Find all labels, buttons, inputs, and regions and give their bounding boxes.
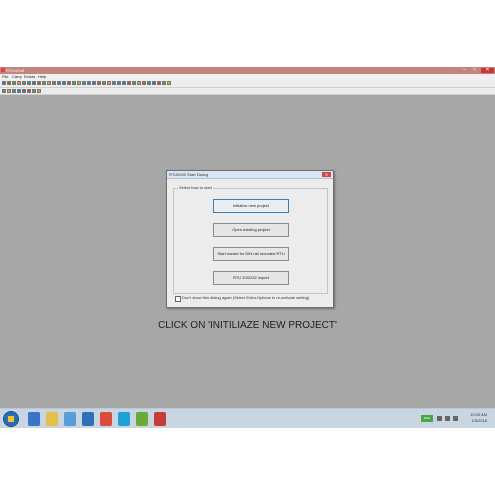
close-button[interactable]: ✕ <box>481 68 494 73</box>
toolbar-icon[interactable] <box>17 89 21 93</box>
toolbar-icon[interactable] <box>102 81 106 85</box>
toolbar-icon[interactable] <box>47 81 51 85</box>
folder-icon[interactable] <box>46 412 58 426</box>
group-label: Select how to start <box>178 185 213 191</box>
secondary-toolbar <box>0 88 495 95</box>
toolbar-icon[interactable] <box>142 81 146 85</box>
language-badge[interactable]: ENG <box>421 415 433 422</box>
rtu-taskbar-icon[interactable] <box>154 412 166 426</box>
open-existing-project-button[interactable]: Open existing project <box>213 223 289 237</box>
app-title: RTUNSoft <box>6 68 25 73</box>
start-button[interactable] <box>3 411 19 427</box>
toolbar-icon[interactable] <box>7 89 11 93</box>
toolbar-icon[interactable] <box>97 81 101 85</box>
toolbar-icon[interactable] <box>112 81 116 85</box>
clock-date[interactable]: 1/5/2016 <box>471 418 487 424</box>
toolbar-icon[interactable] <box>12 81 16 85</box>
toolbar-icon[interactable] <box>87 81 91 85</box>
app-icon <box>1 68 5 72</box>
screen: RTUNSoft – □ ✕ File Carry Extras Help RT… <box>0 67 495 428</box>
toolbar-icon[interactable] <box>62 81 66 85</box>
toolbar-icon[interactable] <box>77 81 81 85</box>
toolbar-icon[interactable] <box>117 81 121 85</box>
toolbar-icon[interactable] <box>37 89 41 93</box>
toolbar-icon[interactable] <box>67 81 71 85</box>
start-options-group: Select how to start Initialize new proje… <box>173 185 328 294</box>
toolbar-icon[interactable] <box>7 81 11 85</box>
chrome-icon[interactable] <box>100 412 112 426</box>
dont-show-again-label: Don't show this dialog again (Select Ext… <box>182 295 310 300</box>
toolbar-icon[interactable] <box>32 81 36 85</box>
toolbar-icon[interactable] <box>32 89 36 93</box>
media-icon[interactable] <box>64 412 76 426</box>
dialog-close-button[interactable]: ✕ <box>322 172 331 177</box>
toolbar-icon[interactable] <box>22 89 26 93</box>
system-tray: ENG 10:05 AM 1/5/2016 <box>421 411 491 427</box>
toolbar-icon[interactable] <box>122 81 126 85</box>
dialog-titlebar[interactable]: RTU5000 Start Dialog ✕ <box>167 171 333 179</box>
toolbar-icon[interactable] <box>37 81 41 85</box>
main-toolbar <box>0 80 495 88</box>
instruction-caption: CLICK ON 'INITILIAZE NEW PROJECT' <box>158 320 337 331</box>
toolbar-icon[interactable] <box>127 81 131 85</box>
toolbar-icon[interactable] <box>17 81 21 85</box>
skype-icon[interactable] <box>118 412 130 426</box>
app-icon-green[interactable] <box>136 412 148 426</box>
toolbar-icon[interactable] <box>12 89 16 93</box>
toolbar-icon[interactable] <box>107 81 111 85</box>
toolbar-icon[interactable] <box>167 81 171 85</box>
toolbar-icon[interactable] <box>147 81 151 85</box>
volume-icon[interactable] <box>453 416 458 421</box>
toolbar-icon[interactable] <box>2 81 6 85</box>
toolbar-icon[interactable] <box>2 89 6 93</box>
toolbar-icon[interactable] <box>52 81 56 85</box>
toolbar-icon[interactable] <box>152 81 156 85</box>
toolbar-icon[interactable] <box>22 81 26 85</box>
toolbar-icon[interactable] <box>92 81 96 85</box>
start-wizard-button[interactable]: Start wizard for DIN rail mounted RTU <box>213 247 289 261</box>
app-titlebar[interactable]: RTUNSoft – □ ✕ <box>0 67 495 74</box>
dialog-title: RTU5000 Start Dialog <box>169 172 209 177</box>
network-icon[interactable] <box>445 416 450 421</box>
start-dialog: RTU5000 Start Dialog ✕ Select how to sta… <box>166 170 334 308</box>
toolbar-icon[interactable] <box>27 81 31 85</box>
toolbar-icon[interactable] <box>72 81 76 85</box>
toolbar-icon[interactable] <box>137 81 141 85</box>
toolbar-icon[interactable] <box>57 81 61 85</box>
rtu-import-button[interactable]: RTU 200/232 import <box>213 271 289 285</box>
minimize-button[interactable]: – <box>460 68 469 73</box>
ie-icon[interactable] <box>28 412 40 426</box>
toolbar-icon[interactable] <box>42 81 46 85</box>
toolbar-icon[interactable] <box>27 89 31 93</box>
toolbar-icon[interactable] <box>132 81 136 85</box>
dont-show-again-checkbox[interactable] <box>175 296 181 302</box>
toolbar-icon[interactable] <box>82 81 86 85</box>
word-icon[interactable] <box>82 412 94 426</box>
initialize-new-project-button[interactable]: Initialize new project <box>213 199 289 213</box>
toolbar-icon[interactable] <box>157 81 161 85</box>
maximize-button[interactable]: □ <box>470 68 479 73</box>
toolbar-icon[interactable] <box>162 81 166 85</box>
taskbar: ENG 10:05 AM 1/5/2016 <box>0 408 495 428</box>
tray-icon-1[interactable] <box>437 416 442 421</box>
